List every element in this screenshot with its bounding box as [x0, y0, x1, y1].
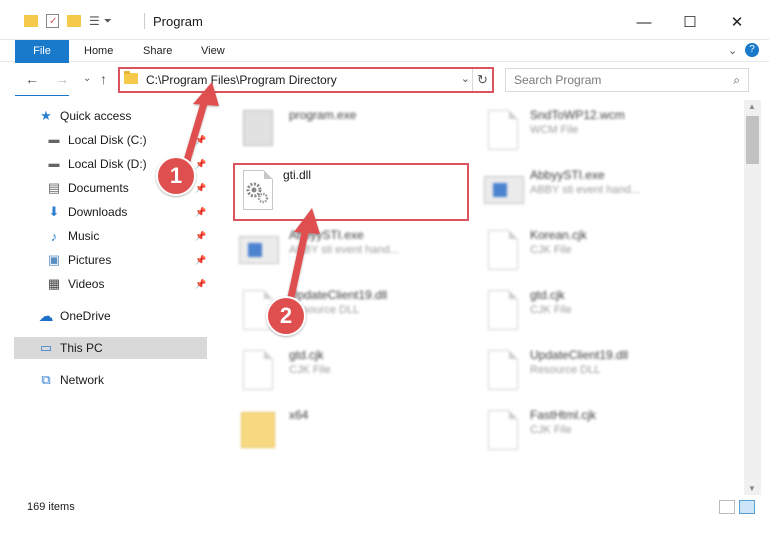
step-1-badge: 1	[156, 156, 196, 196]
annotation-arrows	[182, 82, 320, 306]
step-2-badge: 2	[266, 296, 306, 336]
arrow-2	[286, 208, 320, 306]
arrow-1	[182, 82, 219, 168]
